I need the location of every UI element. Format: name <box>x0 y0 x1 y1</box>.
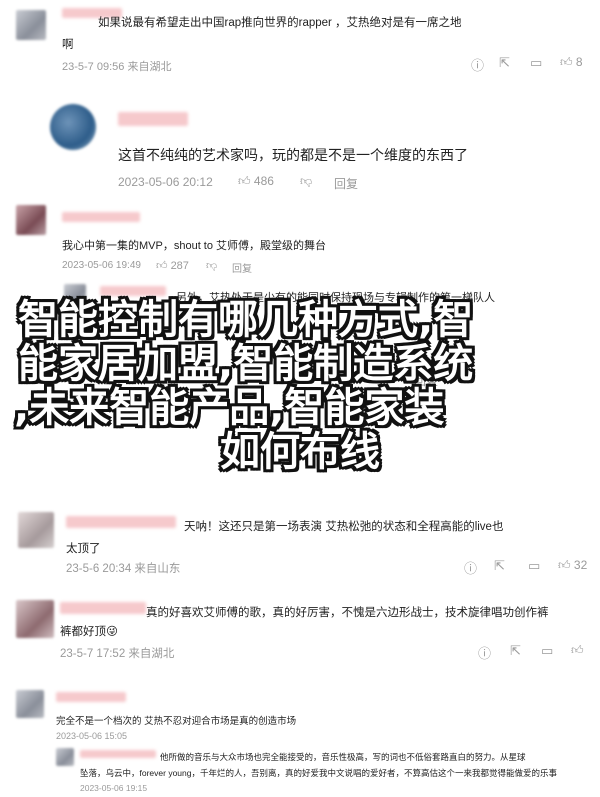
username[interactable] <box>62 212 140 222</box>
thumb-up-icon: 👍︎ <box>156 260 168 272</box>
location: 来自山东 <box>134 563 181 575</box>
avatar[interactable] <box>50 104 96 150</box>
comment-text: 真的好喜欢艾师傅的歌，真的好厉害，不愧是六边形战士，技术旋律唱功创作裤 <box>146 607 549 619</box>
circle-exclamation-icon: ⓘ <box>478 646 492 661</box>
avatar[interactable] <box>16 690 44 718</box>
username[interactable] <box>100 286 166 296</box>
location: 来自湖北 <box>128 648 175 660</box>
avatar[interactable] <box>16 205 46 235</box>
like-button[interactable]: 👍︎ 486 <box>238 174 274 189</box>
headline-line: 如何布线 <box>220 429 380 475</box>
comment-text-continued: 裤都好顶😜 <box>60 623 118 639</box>
comment-text-continued: 啊 <box>62 39 74 51</box>
like-button[interactable]: 👍︎ <box>571 643 584 658</box>
thumb-up-icon: 👍︎ <box>560 55 573 69</box>
report-button[interactable]: ⓘ <box>464 558 477 577</box>
like-button[interactable]: 👍︎ 287 <box>156 259 189 272</box>
timestamp: 23-5-7 09:56 <box>62 61 125 73</box>
like-count: 8 <box>575 55 583 69</box>
share-icon: ⇱ <box>510 643 521 658</box>
reply-time: 2023-05-06 19:15 <box>80 783 148 793</box>
comment-button[interactable]: ▭ <box>541 643 553 659</box>
username[interactable] <box>56 692 126 702</box>
comment-text: 天呐！这还只是第一场表演 艾热松弛的状态和全程高能的live也 <box>184 521 504 533</box>
comment-time: 23-5-6 20:34 来自山东 <box>66 560 180 576</box>
location: 来自湖北 <box>127 61 172 73</box>
share-icon: ⇱ <box>494 558 505 573</box>
username[interactable] <box>118 112 188 126</box>
share-button[interactable]: ⇱ <box>510 643 521 659</box>
headline-overlay: 智能控制有哪几种方式,智 能家居加盟,智能制造系统 ,未来智能产品,智能家装 如… <box>0 298 600 474</box>
comment-time: 2023-05-06 20:12 <box>118 175 213 189</box>
dislike-button[interactable]: 👎︎ <box>206 259 217 272</box>
comment-icon: ▭ <box>530 55 543 70</box>
username[interactable] <box>60 602 146 614</box>
avatar[interactable] <box>18 512 54 548</box>
comment-icon: ▭ <box>528 558 541 573</box>
thumb-up-icon: 👍︎ <box>238 174 251 188</box>
avatar[interactable] <box>16 600 54 638</box>
share-icon: ⇱ <box>499 55 510 70</box>
comment-button[interactable]: ▭ <box>528 558 540 574</box>
reply-button[interactable]: 回复 <box>232 260 252 275</box>
like-button[interactable]: 👍︎ 8 <box>560 55 583 70</box>
like-count: 287 <box>170 260 189 272</box>
avatar[interactable] <box>56 748 74 766</box>
like-count: 486 <box>253 174 274 188</box>
dislike-button[interactable]: 👎︎ <box>300 174 312 189</box>
comment-time: 23-5-7 17:52 来自湖北 <box>60 645 174 661</box>
comment-icon: ▭ <box>541 643 554 658</box>
comment-time: 2023-05-06 19:49 <box>62 260 141 271</box>
thumb-down-icon: 👎︎ <box>206 260 218 272</box>
headline-line: ,未来智能产品,智能家装 <box>14 385 445 431</box>
reply-button[interactable]: 回复 <box>334 175 358 192</box>
report-button[interactable]: ⓘ <box>478 643 491 662</box>
comment-text-line: 裤都好顶 <box>60 626 106 638</box>
emoji-icon: 😜 <box>106 626 118 638</box>
username[interactable] <box>66 516 176 528</box>
like-count: 32 <box>573 558 588 572</box>
timestamp: 23-5-6 20:34 <box>66 563 132 575</box>
like-button[interactable]: 👍︎ 32 <box>558 558 587 573</box>
share-button[interactable]: ⇱ <box>494 558 505 574</box>
circle-exclamation-icon: ⓘ <box>464 561 478 576</box>
comment-text-continued: 太顶了 <box>66 543 101 555</box>
comment-time: 23-5-7 09:56 来自湖北 <box>62 58 171 74</box>
thumb-up-icon: 👍︎ <box>571 643 584 657</box>
comment-time: 2023-05-06 15:05 <box>56 731 128 741</box>
comment-text: 如果说最有希望走出中国rap推向世界的rapper ，艾热绝对是有一席之地 <box>98 17 462 29</box>
reply-text-continued: 坠落，乌云中，forever young，千年烂的人，吾别离，真的好爱我中文说唱… <box>80 768 557 778</box>
share-button[interactable]: ⇱ <box>499 55 510 71</box>
username[interactable] <box>80 750 156 758</box>
headline-line: 智能控制有哪几种方式,智 <box>18 297 474 343</box>
comment-text: 完全不是一个档次的 艾热不忍对迎合市场是真的创造市场 <box>56 716 297 727</box>
comment-button[interactable]: ▭ <box>530 55 542 71</box>
thumb-down-icon: 👎︎ <box>300 174 313 188</box>
thumb-up-icon: 👍︎ <box>558 558 571 572</box>
report-button[interactable]: ⓘ <box>471 55 484 74</box>
headline-line: 能家居加盟,智能制造系统 <box>18 341 474 387</box>
comment-text: 我心中第一集的MVP，shout to 艾师傅，殿堂级的舞台 <box>62 240 327 252</box>
circle-exclamation-icon: ⓘ <box>471 58 485 73</box>
comment-text: 这首不纯纯的艺术家吗，玩的都是不是一个维度的东西了 <box>118 147 468 163</box>
timestamp: 23-5-7 17:52 <box>60 648 126 660</box>
reply-text: 他所做的音乐与大众市场也完全能接受的，音乐性极高，写的词也不低俗套路直白的努力。… <box>160 752 526 762</box>
avatar[interactable] <box>16 10 46 40</box>
